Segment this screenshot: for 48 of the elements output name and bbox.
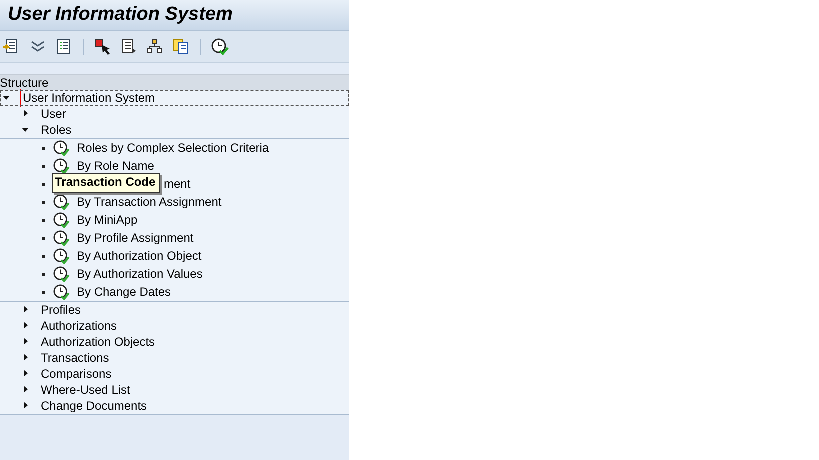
tree-item[interactable]: Roles by Complex Selection Criteria [75,139,270,157]
tree-item[interactable]: By Change Dates [75,283,172,301]
tree-node[interactable]: Profiles [0,302,349,318]
bullet-icon [42,182,45,186]
clock-icon [53,194,70,210]
tooltip: Transaction Code [52,173,160,193]
clock-icon [53,284,70,300]
tree-node[interactable]: User Information System [0,90,349,106]
tree-node[interactable]: Authorizations [0,318,349,334]
clock-icon [53,266,70,282]
cursor-icon [94,38,112,56]
window-title: User Information System [8,4,233,25]
bullet-icon [42,290,45,294]
tree-node[interactable]: Authorization Objects [0,334,349,350]
column-header: Structure [0,74,349,90]
clock-icon [211,38,229,56]
expand-arrow-icon[interactable] [22,110,30,118]
clock-icon [53,212,70,228]
tree-item[interactable]: By Role Name [75,157,154,175]
tree-item[interactable]: By MiniApp [75,211,138,229]
bullet-icon [42,146,45,150]
clock-icon [53,140,70,156]
tree-node[interactable]: Change Documents [0,398,349,414]
document-icon [120,38,138,56]
tree-node[interactable]: User [0,106,349,122]
tree-item[interactable]: By Authorization Values [75,265,203,283]
tree-node[interactable]: Where-Used List [0,382,349,398]
tree-node[interactable]: Roles [0,122,349,138]
bullet-icon [42,200,45,204]
clock-icon [53,248,70,264]
tree-item[interactable]: ment [162,175,191,193]
tree-item[interactable]: By Profile Assignment [75,229,194,247]
copy-icon [172,38,190,56]
tree-node[interactable]: Comparisons [0,366,349,382]
tree-item[interactable]: By Authorization Object [75,247,202,265]
bullet-icon [42,218,45,222]
collapse-arrow-icon[interactable] [3,94,11,102]
bullet-icon [42,272,45,276]
tree-item[interactable]: By Transaction Assignment [75,193,222,211]
list-icon [55,38,73,56]
clock-icon [53,230,70,246]
collapse-arrow-icon[interactable] [22,126,30,134]
bullet-icon [42,254,45,258]
clock-icon [53,158,70,174]
bullet-icon [42,164,45,168]
tree-node[interactable]: Transactions [0,350,349,366]
bullet-icon [42,236,45,240]
hierarchy-icon [146,38,164,56]
